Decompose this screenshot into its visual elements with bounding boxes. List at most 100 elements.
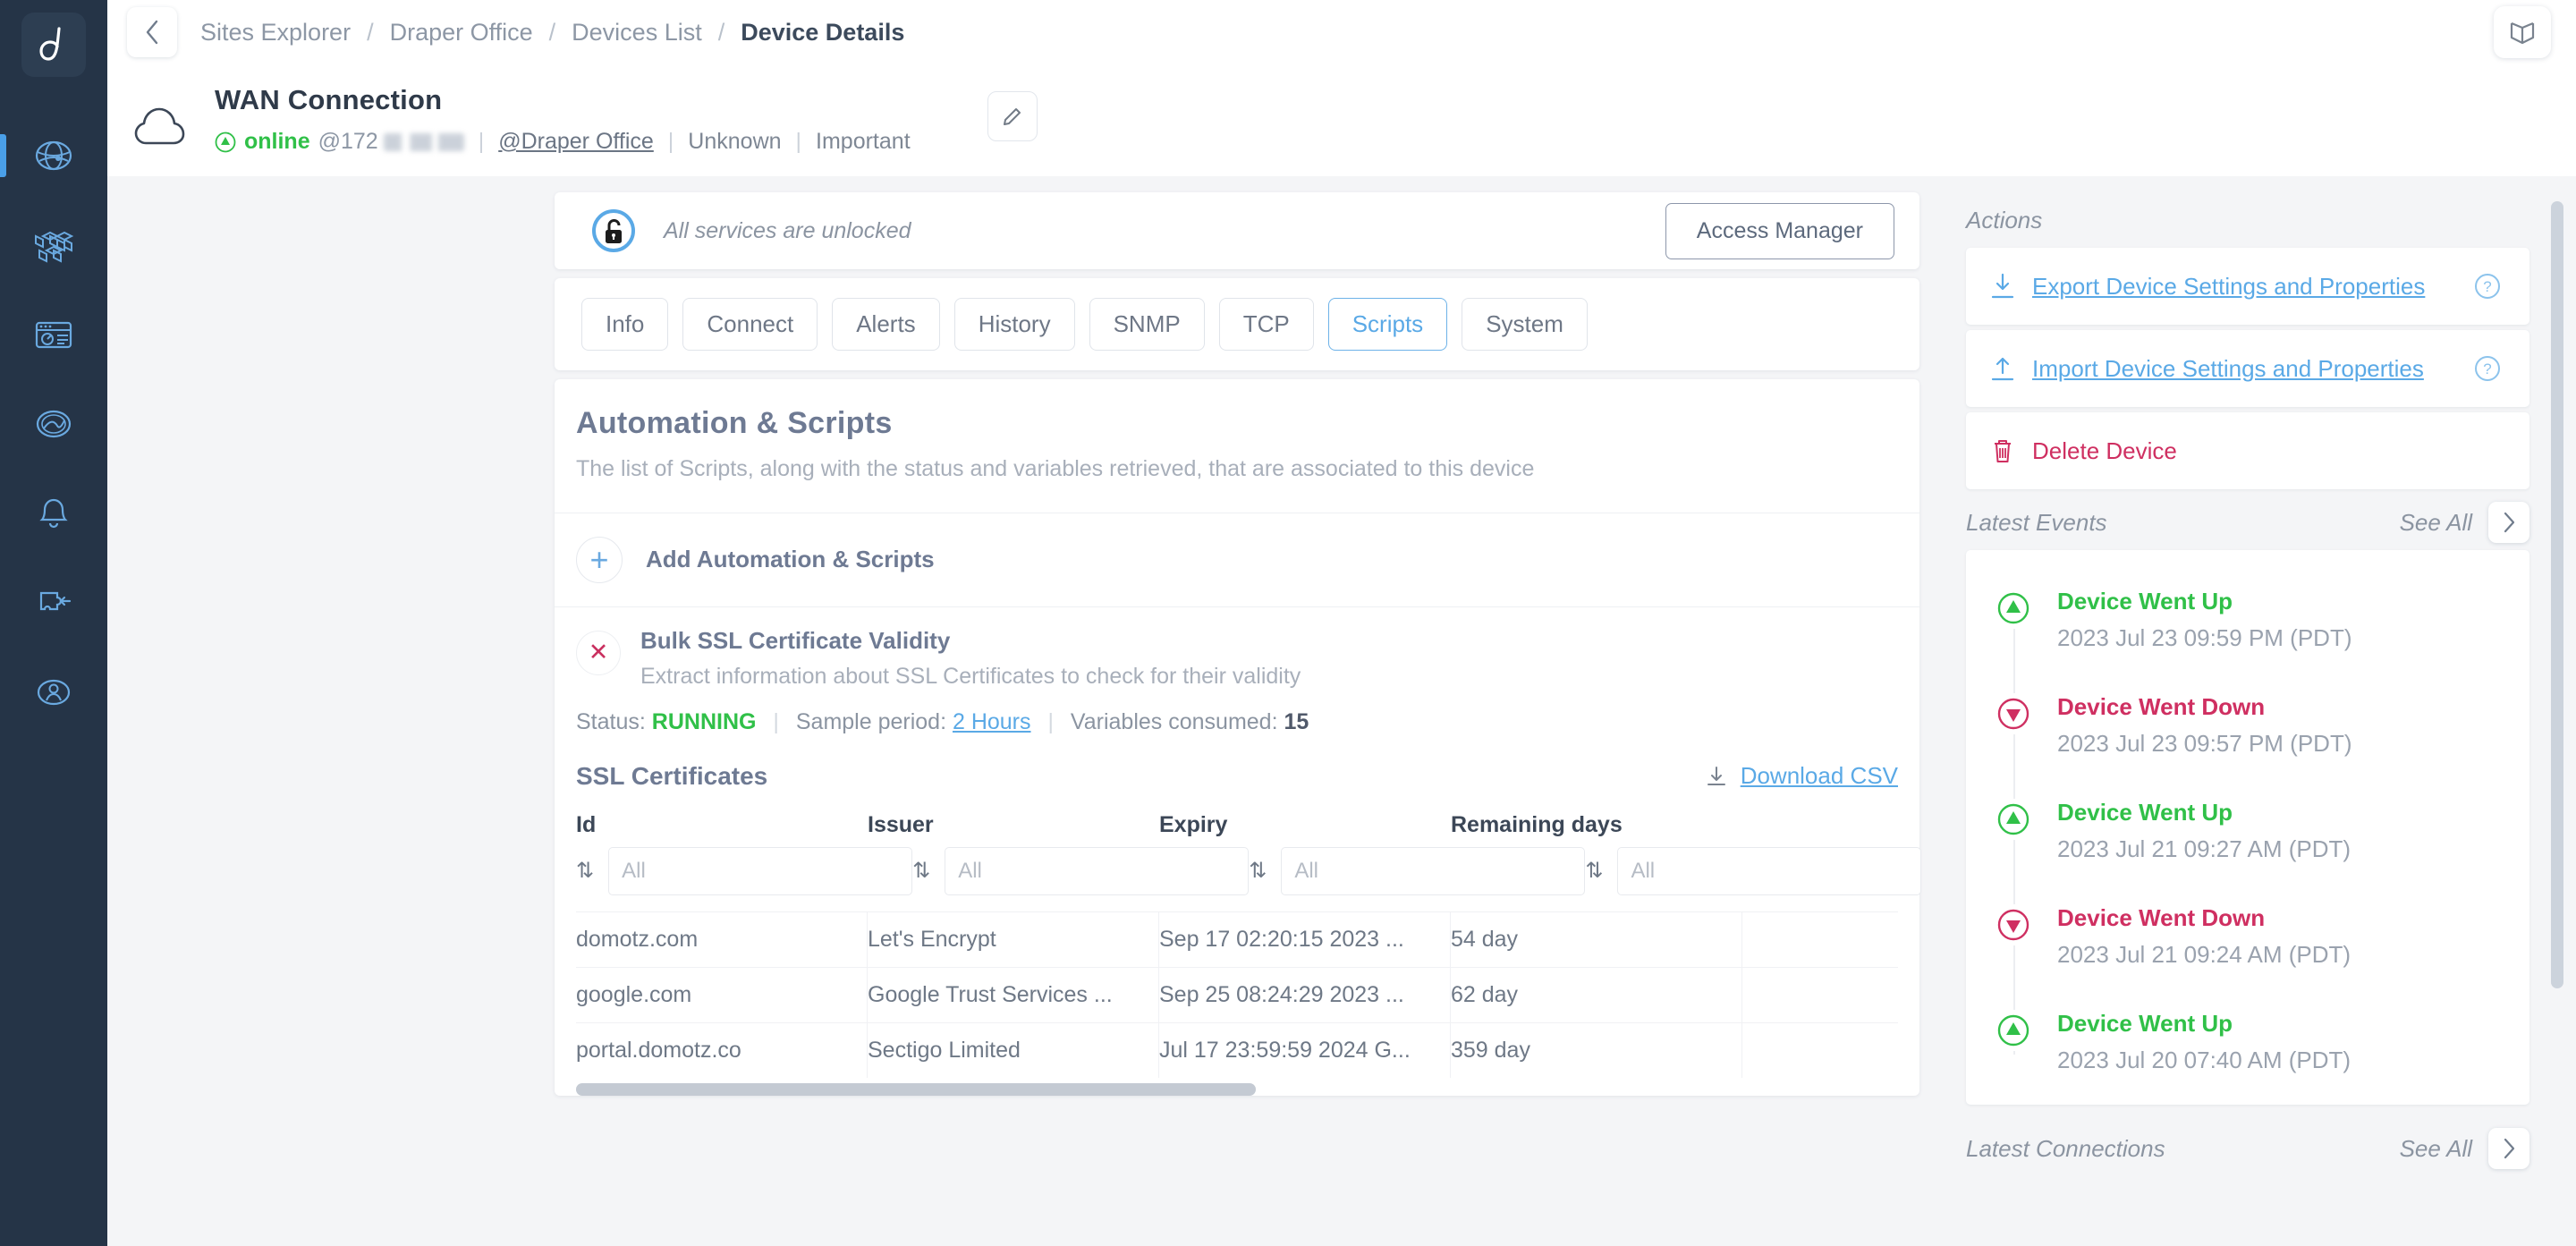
filter-input-remaining-days[interactable] (1617, 846, 1922, 895)
sample-period-value[interactable]: 2 Hours (953, 709, 1031, 734)
sidebar-item-alerts[interactable] (0, 469, 107, 558)
delete-device-action[interactable]: Delete Device (1966, 412, 2529, 489)
left-nav-rail (0, 0, 107, 1246)
device-ip: @172 (318, 129, 378, 154)
device-ip-redacted (383, 132, 464, 151)
tab-connect[interactable]: Connect (682, 298, 818, 351)
list-item[interactable]: Device Went Up 2023 Jul 20 07:40 AM (PDT… (1993, 997, 2506, 1078)
content-area: All services are unlocked Access Manager… (107, 176, 2576, 1246)
device-type-icon-wrap (107, 81, 215, 147)
domotz-logo-icon[interactable] (21, 13, 86, 77)
script-entry-texts: Bulk SSL Certificate Validity Extract in… (640, 627, 1301, 690)
latest-connections-open-button[interactable] (2488, 1128, 2529, 1169)
event-texts: Device Went Down 2023 Jul 21 09:24 AM (P… (2057, 904, 2351, 969)
breadcrumb-item-draper-office[interactable]: Draper Office (390, 19, 533, 47)
filter-cell-expiry: ⇅ (1249, 846, 1586, 895)
column-header-id[interactable]: Id (576, 812, 868, 847)
sort-updown-icon[interactable]: ⇅ (1249, 858, 1267, 884)
tab-system[interactable]: System (1462, 298, 1588, 351)
page-vertical-scrollbar[interactable] (2551, 201, 2563, 988)
list-item[interactable]: Device Went Down 2023 Jul 23 09:57 PM (P… (1993, 681, 2506, 786)
breadcrumb-item-devices-list[interactable]: Devices List (572, 19, 702, 47)
sort-updown-icon[interactable]: ⇅ (576, 858, 594, 884)
sidebar-item-analytics[interactable] (0, 379, 107, 469)
sample-period-label: Sample period: (795, 708, 947, 734)
latest-events-see-all[interactable]: See All (2400, 509, 2472, 537)
tab-scripts[interactable]: Scripts (1327, 298, 1448, 351)
table-row[interactable]: portal.domotz.co Sectigo Limited Jul 17 … (576, 1021, 1898, 1078)
event-texts: Device Went Down 2023 Jul 23 09:57 PM (P… (2057, 693, 2352, 758)
sidebar-item-integrations[interactable] (0, 558, 107, 648)
table-horizontal-scrollbar[interactable] (576, 1082, 1898, 1096)
question-circle-icon[interactable]: ? (2472, 271, 2503, 301)
export-device-settings-action[interactable]: Export Device Settings and Properties ? (1966, 248, 2529, 325)
services-lock-bar: All services are unlocked Access Manager (555, 192, 1919, 269)
cell-id: google.com (576, 967, 868, 1022)
chevron-right-icon (2504, 512, 2515, 533)
event-texts: Device Went Up 2023 Jul 21 09:27 AM (PDT… (2057, 799, 2351, 863)
app-root: Sites Explorer / Draper Office / Devices… (0, 0, 2576, 1246)
latest-events-section-header: Latest Events See All (1966, 495, 2529, 550)
device-type: Unknown (688, 129, 782, 154)
cell-remaining-days: 62 day (1451, 967, 1742, 1022)
latest-events-open-button[interactable] (2488, 502, 2529, 543)
tab-snmp[interactable]: SNMP (1089, 298, 1205, 351)
list-item[interactable]: Device Went Up 2023 Jul 21 09:27 AM (PDT… (1993, 786, 2506, 892)
sidebar-item-account[interactable] (0, 648, 107, 737)
tab-history[interactable]: History (953, 298, 1075, 351)
tab-info[interactable]: Info (581, 298, 669, 351)
latest-events-card: Device Went Up 2023 Jul 23 09:59 PM (PDT… (1966, 550, 2529, 1105)
automation-scripts-panel: Automation & Scripts The list of Scripts… (555, 379, 1922, 1096)
add-automation-scripts-button[interactable]: + Add Automation & Scripts (555, 513, 1919, 607)
list-item[interactable]: Device Went Down 2023 Jul 21 09:24 AM (P… (1993, 892, 2506, 997)
filter-input-id[interactable] (608, 846, 913, 895)
filter-input-issuer[interactable] (945, 846, 1250, 895)
download-csv-button[interactable]: Download CSV (1705, 762, 1898, 790)
add-automation-scripts-label: Add Automation & Scripts (646, 546, 935, 572)
script-status-value: RUNNING (651, 708, 757, 734)
event-time: 2023 Jul 21 09:27 AM (PDT) (2057, 835, 2351, 862)
tab-alerts[interactable]: Alerts (832, 298, 940, 351)
edit-device-button[interactable] (987, 91, 1038, 141)
sidebar-item-sites-explorer[interactable] (0, 111, 107, 200)
cell-expiry: Jul 17 23:59:59 2024 G... (1159, 1022, 1451, 1078)
device-info: WAN Connection online @172 | @Draper Off… (215, 81, 911, 155)
column-header-remaining-days[interactable]: Remaining days (1451, 812, 1742, 847)
meta-separator: | (667, 129, 674, 154)
tab-tcp[interactable]: TCP (1218, 298, 1314, 351)
back-button[interactable] (127, 7, 177, 57)
access-manager-button[interactable]: Access Manager (1665, 202, 1894, 259)
dashboard-window-icon (35, 321, 72, 349)
column-header-issuer[interactable]: Issuer (868, 812, 1159, 847)
table-scroll-thumb[interactable] (576, 1082, 1256, 1096)
documentation-button[interactable] (2494, 6, 2551, 58)
column-header-expiry[interactable]: Expiry (1159, 812, 1451, 847)
breadcrumb-separator: / (367, 18, 374, 46)
download-csv-label: Download CSV (1740, 762, 1898, 789)
device-tab-bar: Info Connect Alerts History SNMP TCP Scr… (555, 278, 1919, 370)
list-item[interactable]: Device Went Up 2023 Jul 23 09:59 PM (PDT… (1993, 575, 2506, 681)
latest-connections-see-all[interactable]: See All (2400, 1135, 2472, 1163)
device-importance: Important (816, 129, 911, 154)
meta-separator: | (795, 129, 802, 154)
svg-text:?: ? (2483, 360, 2491, 377)
sort-updown-icon[interactable]: ⇅ (1585, 858, 1603, 884)
event-name: Device Went Down (2057, 693, 2266, 720)
breadcrumb-separator: / (717, 18, 725, 46)
sort-updown-icon[interactable]: ⇅ (912, 858, 930, 884)
filter-input-expiry[interactable] (1281, 846, 1586, 895)
import-device-settings-action[interactable]: Import Device Settings and Properties ? (1966, 330, 2529, 407)
book-icon (2510, 21, 2535, 45)
device-site-link[interactable]: @Draper Office (498, 129, 654, 155)
table-row[interactable]: domotz.com Let's Encrypt Sep 17 02:20:15… (576, 911, 1898, 967)
sidebar-item-dashboards[interactable] (0, 290, 107, 379)
download-icon (1707, 766, 1725, 785)
trash-icon (1995, 440, 2011, 462)
latest-events-list: Device Went Up 2023 Jul 23 09:59 PM (PDT… (1993, 575, 2506, 1078)
sidebar-item-inventory[interactable] (0, 200, 107, 290)
question-circle-icon[interactable]: ? (2472, 353, 2503, 384)
x-mark-icon[interactable]: ✕ (576, 630, 621, 675)
table-row[interactable]: google.com Google Trust Services ... Sep… (576, 966, 1898, 1022)
breadcrumb-item-sites-explorer[interactable]: Sites Explorer (200, 19, 351, 47)
puzzle-plugin-icon (39, 591, 72, 611)
